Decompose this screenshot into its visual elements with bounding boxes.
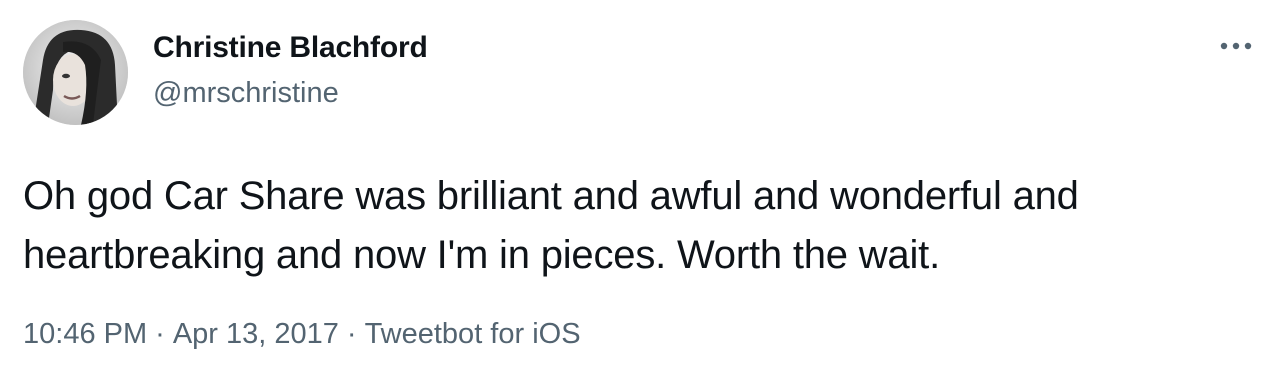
tweet-card: Christine Blachford @mrschristine Oh god… xyxy=(0,0,1280,372)
separator-dot: · xyxy=(155,318,165,350)
tweet-timestamp-date[interactable]: Apr 13, 2017 xyxy=(173,318,339,350)
tweet-timestamp-time[interactable]: 10:46 PM xyxy=(23,318,147,350)
profile-photo-icon xyxy=(23,20,128,125)
separator-dot: · xyxy=(346,318,357,350)
more-options-button[interactable] xyxy=(1212,28,1260,64)
tweet-metadata: 10:46 PM · Apr 13, 2017 · Tweetbot for iOS xyxy=(23,318,581,351)
author-handle[interactable]: @mrschristine xyxy=(153,77,339,110)
tweet-source-link[interactable]: Tweetbot for iOS xyxy=(365,318,581,350)
tweet-body-text: Oh god Car Share was brilliant and awful… xyxy=(23,174,1079,277)
more-horizontal-icon xyxy=(1220,42,1252,50)
avatar[interactable] xyxy=(23,20,128,125)
author-display-name[interactable]: Christine Blachford xyxy=(153,31,428,65)
